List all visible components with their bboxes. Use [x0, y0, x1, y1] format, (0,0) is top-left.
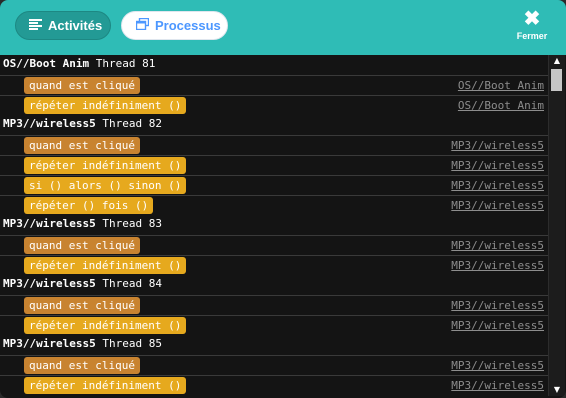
tab-activities-label: Activités: [48, 18, 103, 33]
thread-name: OS//Boot Anim: [3, 57, 90, 70]
block-event[interactable]: quand est cliqué: [24, 297, 140, 314]
thread-block-row: quand est cliqué MP3//wireless5: [0, 135, 548, 155]
block-control[interactable]: répéter indéfiniment (): [24, 317, 187, 334]
list-icon: [29, 18, 42, 33]
block-control[interactable]: répéter indéfiniment (): [24, 257, 187, 274]
close-icon: ✖: [523, 8, 541, 30]
header-bar: Activités Processus ✖ Fermer: [0, 0, 566, 55]
thread-block-row: quand est cliqué MP3//wireless5: [0, 295, 548, 315]
sprite-link[interactable]: OS//Boot Anim: [458, 76, 544, 95]
thread-name: MP3//wireless5: [3, 277, 96, 290]
thread-id: Thread 84: [102, 277, 162, 290]
tab-processes[interactable]: Processus: [121, 11, 228, 40]
thread-block-row: répéter indéfiniment () MP3//wireless5: [0, 375, 548, 395]
thread-header: MP3//wireless5 Thread 84: [0, 275, 548, 295]
thread-name: MP3//wireless5: [3, 217, 96, 230]
thread-id: Thread 85: [102, 337, 162, 350]
thread-header: MP3//wireless5 Thread 83: [0, 215, 548, 235]
sprite-link[interactable]: MP3//wireless5: [451, 236, 544, 255]
thread-block-row: répéter indéfiniment () OS//Boot Anim: [0, 95, 548, 115]
sprite-link[interactable]: MP3//wireless5: [451, 136, 544, 155]
scroll-down-icon[interactable]: ▼: [549, 384, 565, 396]
close-button[interactable]: ✖ Fermer: [512, 8, 552, 44]
block-control[interactable]: si () alors () sinon (): [24, 177, 187, 194]
thread-block-row: répéter () fois () MP3//wireless5: [0, 195, 548, 215]
thread-id: Thread 82: [102, 117, 162, 130]
thread-block-row: répéter indéfiniment () MP3//wireless5: [0, 315, 548, 335]
sprite-link[interactable]: MP3//wireless5: [451, 296, 544, 315]
thread-header: MP3//wireless5 Thread 82: [0, 115, 548, 135]
block-event[interactable]: quand est cliqué: [24, 237, 140, 254]
sprite-link[interactable]: MP3//wireless5: [451, 316, 544, 335]
block-control[interactable]: répéter indéfiniment (): [24, 157, 187, 174]
scrollbar-thumb[interactable]: [551, 69, 562, 91]
thread-list: OS//Boot Anim Thread 81 quand est cliqué O…: [0, 55, 548, 398]
scroll-up-icon[interactable]: ▲: [549, 55, 565, 67]
sprite-link[interactable]: MP3//wireless5: [451, 356, 544, 375]
thread-block-row: répéter indéfiniment () MP3//wireless5: [0, 255, 548, 275]
block-control[interactable]: répéter () fois (): [24, 197, 154, 214]
close-label: Fermer: [516, 31, 548, 41]
thread-id: Thread 81: [95, 57, 156, 70]
thread-id: Thread 83: [102, 217, 162, 230]
thread-header: MP3//wireless5 Thread 85: [0, 335, 548, 355]
process-monitor-window: Activités Processus ✖ Fermer OS//Boot An…: [0, 0, 566, 398]
thread-header: OS//Boot Anim Thread 81: [0, 55, 548, 75]
block-control[interactable]: répéter indéfiniment (): [24, 377, 187, 394]
sprite-link[interactable]: MP3//wireless5: [451, 256, 544, 275]
vertical-scrollbar[interactable]: ▲ ▼: [548, 55, 565, 396]
block-control[interactable]: répéter indéfiniment (): [24, 97, 187, 114]
thread-block-row: quand est cliqué OS//Boot Anim: [0, 75, 548, 95]
windows-icon: [135, 17, 150, 33]
thread-block-row: quand est cliqué MP3//wireless5: [0, 355, 548, 375]
block-event[interactable]: quand est cliqué: [24, 357, 140, 374]
thread-block-row: si () alors () sinon () MP3//wireless5: [0, 175, 548, 195]
thread-name: MP3//wireless5: [3, 117, 96, 130]
block-event[interactable]: quand est cliqué: [24, 77, 140, 94]
sprite-link[interactable]: MP3//wireless5: [451, 156, 544, 175]
thread-block-row: répéter indéfiniment () MP3//wireless5: [0, 155, 548, 175]
tab-processes-label: Processus: [155, 18, 221, 33]
thread-block-row: quand est cliqué MP3//wireless5: [0, 235, 548, 255]
tab-activities[interactable]: Activités: [15, 11, 111, 40]
block-event[interactable]: quand est cliqué: [24, 137, 140, 154]
thread-name: MP3//wireless5: [3, 337, 96, 350]
sprite-link[interactable]: OS//Boot Anim: [458, 96, 544, 115]
sprite-link[interactable]: MP3//wireless5: [451, 376, 544, 395]
sprite-link[interactable]: MP3//wireless5: [451, 196, 544, 215]
sprite-link[interactable]: MP3//wireless5: [451, 176, 544, 195]
